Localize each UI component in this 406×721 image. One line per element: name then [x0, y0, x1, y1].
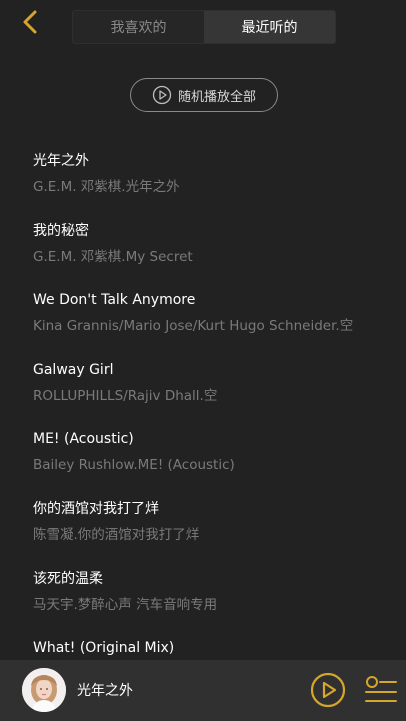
- now-playing-title[interactable]: 光年之外: [77, 680, 133, 700]
- song-title: 该死的温柔: [33, 570, 103, 587]
- tab-recent[interactable]: 最近听的: [204, 11, 335, 43]
- song-item[interactable]: We Don't Talk Anymore Kina Grannis/Mario…: [0, 279, 406, 349]
- back-button[interactable]: [16, 8, 44, 36]
- shuffle-all-label: 随机播放全部: [177, 89, 256, 105]
- song-title: 你的酒馆对我打了烊: [33, 500, 159, 517]
- album-cover[interactable]: [22, 668, 66, 712]
- playlist-button[interactable]: [363, 674, 399, 706]
- mini-player: 光年之外: [0, 660, 406, 721]
- song-title: 我的秘密: [33, 222, 89, 239]
- song-title: We Don't Talk Anymore: [33, 292, 196, 309]
- play-circle-icon: [310, 672, 346, 708]
- song-item[interactable]: Galway Girl ROLLUPHILLS/Rajiv Dhall.空: [0, 349, 406, 419]
- play-button[interactable]: [310, 672, 346, 708]
- artist-avatar-image: [22, 668, 66, 712]
- song-subtitle: 马天宇.梦醉心声 汽车音响专用: [33, 596, 218, 613]
- chevron-left-icon: [23, 10, 37, 34]
- song-subtitle: Kina Grannis/Mario Jose/Kurt Hugo Schnei…: [33, 318, 354, 335]
- play-circle-icon: [152, 85, 172, 105]
- song-subtitle: ROLLUPHILLS/Rajiv Dhall.空: [33, 387, 218, 404]
- song-item[interactable]: ME! (Acoustic) Bailey Rushlow.ME! (Acous…: [0, 418, 406, 488]
- song-title: 光年之外: [33, 153, 89, 169]
- song-title: Galway Girl: [33, 361, 114, 378]
- header: 我喜欢的 最近听的: [0, 0, 406, 50]
- shuffle-all-button[interactable]: 随机播放全部: [130, 78, 278, 112]
- song-item[interactable]: 该死的温柔 马天宇.梦醉心声 汽车音响专用: [0, 558, 406, 628]
- song-item[interactable]: 光年之外 G.E.M. 邓紫棋.光年之外: [0, 140, 406, 210]
- song-subtitle: G.E.M. 邓紫棋.My Secret: [33, 248, 193, 265]
- song-title: What! (Original Mix): [33, 640, 175, 657]
- song-item[interactable]: 我的秘密 G.E.M. 邓紫棋.My Secret: [0, 210, 406, 280]
- song-item[interactable]: 你的酒馆对我打了烊 陈雪凝.你的酒馆对我打了烊: [0, 488, 406, 558]
- playlist-icon: [365, 676, 397, 702]
- song-subtitle: G.E.M. 邓紫棋.光年之外: [33, 179, 180, 195]
- tab-bar: 我喜欢的 最近听的: [72, 10, 336, 44]
- song-title: ME! (Acoustic): [33, 431, 134, 448]
- tab-favorites[interactable]: 我喜欢的: [73, 11, 204, 43]
- song-list: 光年之外 G.E.M. 邓紫棋.光年之外 我的秘密 G.E.M. 邓紫棋.My …: [0, 140, 406, 697]
- song-subtitle: Bailey Rushlow.ME! (Acoustic): [33, 457, 235, 474]
- song-subtitle: 陈雪凝.你的酒馆对我打了烊: [33, 526, 200, 543]
